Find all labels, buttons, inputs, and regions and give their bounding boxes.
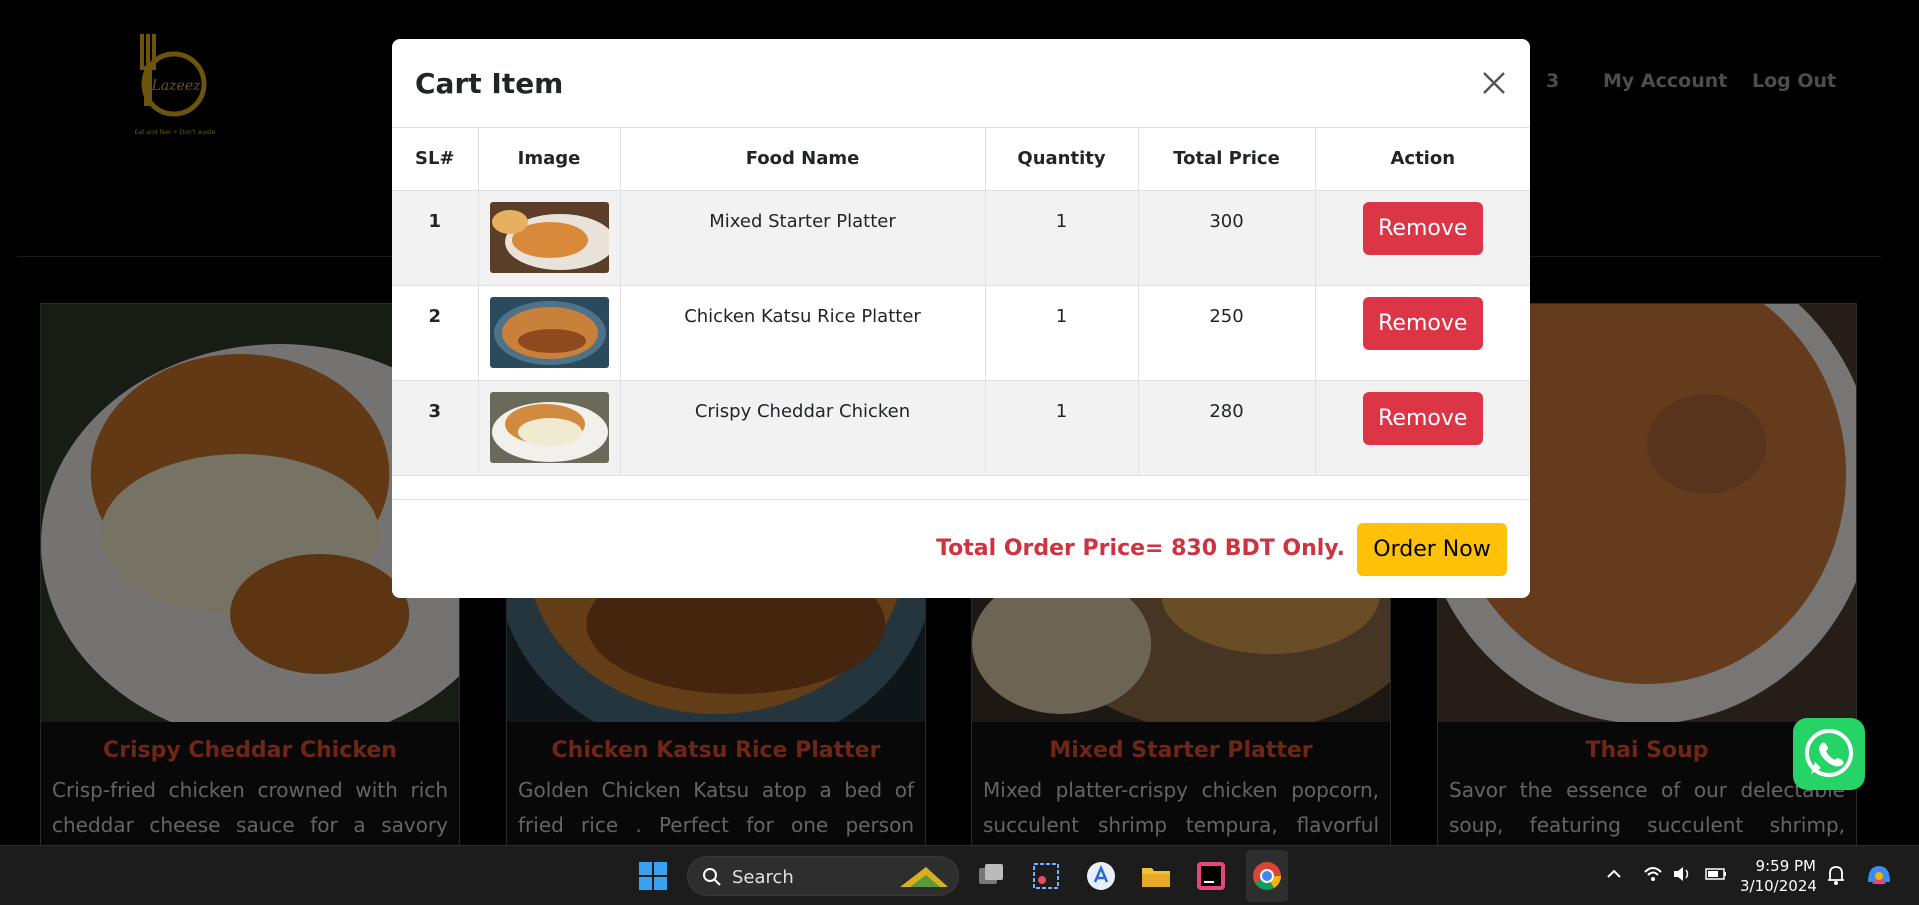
cart-modal: Cart Item SL# Image Food Name Quantity T…: [392, 39, 1530, 598]
clock-time: 9:59 PM: [1755, 857, 1816, 875]
row-sl: 2: [392, 285, 479, 381]
row-image-cell: [478, 285, 621, 381]
row-total-price: 280: [1138, 380, 1316, 476]
copilot-icon[interactable]: [1864, 860, 1894, 890]
remove-button[interactable]: Remove: [1362, 201, 1483, 255]
table-row: 2 Chicken Katsu Rice Platter 1 250 Remov…: [392, 285, 1530, 381]
column-header-sl: SL#: [392, 128, 479, 191]
windows-start-icon[interactable]: [639, 862, 667, 890]
row-action-cell: Remove: [1315, 285, 1530, 381]
food-thumbnail: [489, 201, 609, 273]
notification-bell-icon[interactable]: [1826, 864, 1846, 886]
search-highlight-icon: [900, 867, 948, 887]
battery-icon[interactable]: [1704, 864, 1728, 884]
intellij-icon[interactable]: [1195, 860, 1227, 892]
food-thumbnail: [489, 391, 609, 463]
row-quantity: 1: [985, 190, 1139, 286]
food-thumbnail: [489, 296, 609, 368]
table-row: 3 Crispy Cheddar Chicken 1 280 Remove: [392, 380, 1530, 476]
row-action-cell: Remove: [1315, 190, 1530, 286]
volume-icon[interactable]: [1672, 864, 1692, 884]
cart-table: SL# Image Food Name Quantity Total Price…: [392, 128, 1530, 476]
row-quantity: 1: [985, 380, 1139, 476]
row-image-cell: [478, 190, 621, 286]
search-label: Search: [732, 867, 794, 888]
task-view-icon[interactable]: [975, 860, 1007, 892]
total-order-price: Total Order Price= 830 BDT Only.: [936, 536, 1345, 561]
row-food-name: Crispy Cheddar Chicken: [620, 380, 986, 476]
column-header-food-name: Food Name: [620, 128, 986, 191]
row-food-name: Chicken Katsu Rice Platter: [620, 285, 986, 381]
row-total-price: 250: [1138, 285, 1316, 381]
table-row: 1 Mixed Starter Platter 1 300 Remove: [392, 190, 1530, 286]
column-header-image: Image: [478, 128, 621, 191]
windows-taskbar: Search 9:59 PM 3/10/2024: [0, 845, 1919, 905]
remove-button[interactable]: Remove: [1362, 296, 1483, 350]
table-header-row: SL# Image Food Name Quantity Total Price…: [392, 128, 1530, 191]
snipping-tool-icon[interactable]: [1030, 860, 1062, 892]
row-total-price: 300: [1138, 190, 1316, 286]
chrome-icon[interactable]: [1251, 860, 1283, 892]
row-quantity: 1: [985, 285, 1139, 381]
wifi-icon[interactable]: [1643, 864, 1663, 884]
modal-header: Cart Item: [392, 39, 1530, 128]
column-header-total-price: Total Price: [1138, 128, 1316, 191]
modal-title: Cart Item: [415, 67, 564, 100]
file-explorer-icon[interactable]: [1140, 860, 1172, 892]
remove-button[interactable]: Remove: [1362, 391, 1483, 445]
modal-footer: Total Order Price= 830 BDT Only. Order N…: [392, 499, 1530, 598]
taskbar-search-box[interactable]: Search: [687, 856, 959, 896]
close-icon[interactable]: [1480, 69, 1508, 97]
clock-date: 3/10/2024: [1740, 877, 1817, 895]
search-icon: [703, 868, 721, 886]
column-header-quantity: Quantity: [985, 128, 1139, 191]
row-sl: 3: [392, 380, 479, 476]
row-sl: 1: [392, 190, 479, 286]
order-now-button[interactable]: Order Now: [1357, 523, 1507, 576]
app-store-icon[interactable]: [1085, 860, 1117, 892]
row-food-name: Mixed Starter Platter: [620, 190, 986, 286]
whatsapp-icon[interactable]: [1793, 718, 1865, 790]
system-clock[interactable]: 9:59 PM 3/10/2024: [1740, 856, 1817, 896]
row-action-cell: Remove: [1315, 380, 1530, 476]
column-header-action: Action: [1315, 128, 1530, 191]
chevron-up-icon[interactable]: [1604, 864, 1624, 884]
row-image-cell: [478, 380, 621, 476]
